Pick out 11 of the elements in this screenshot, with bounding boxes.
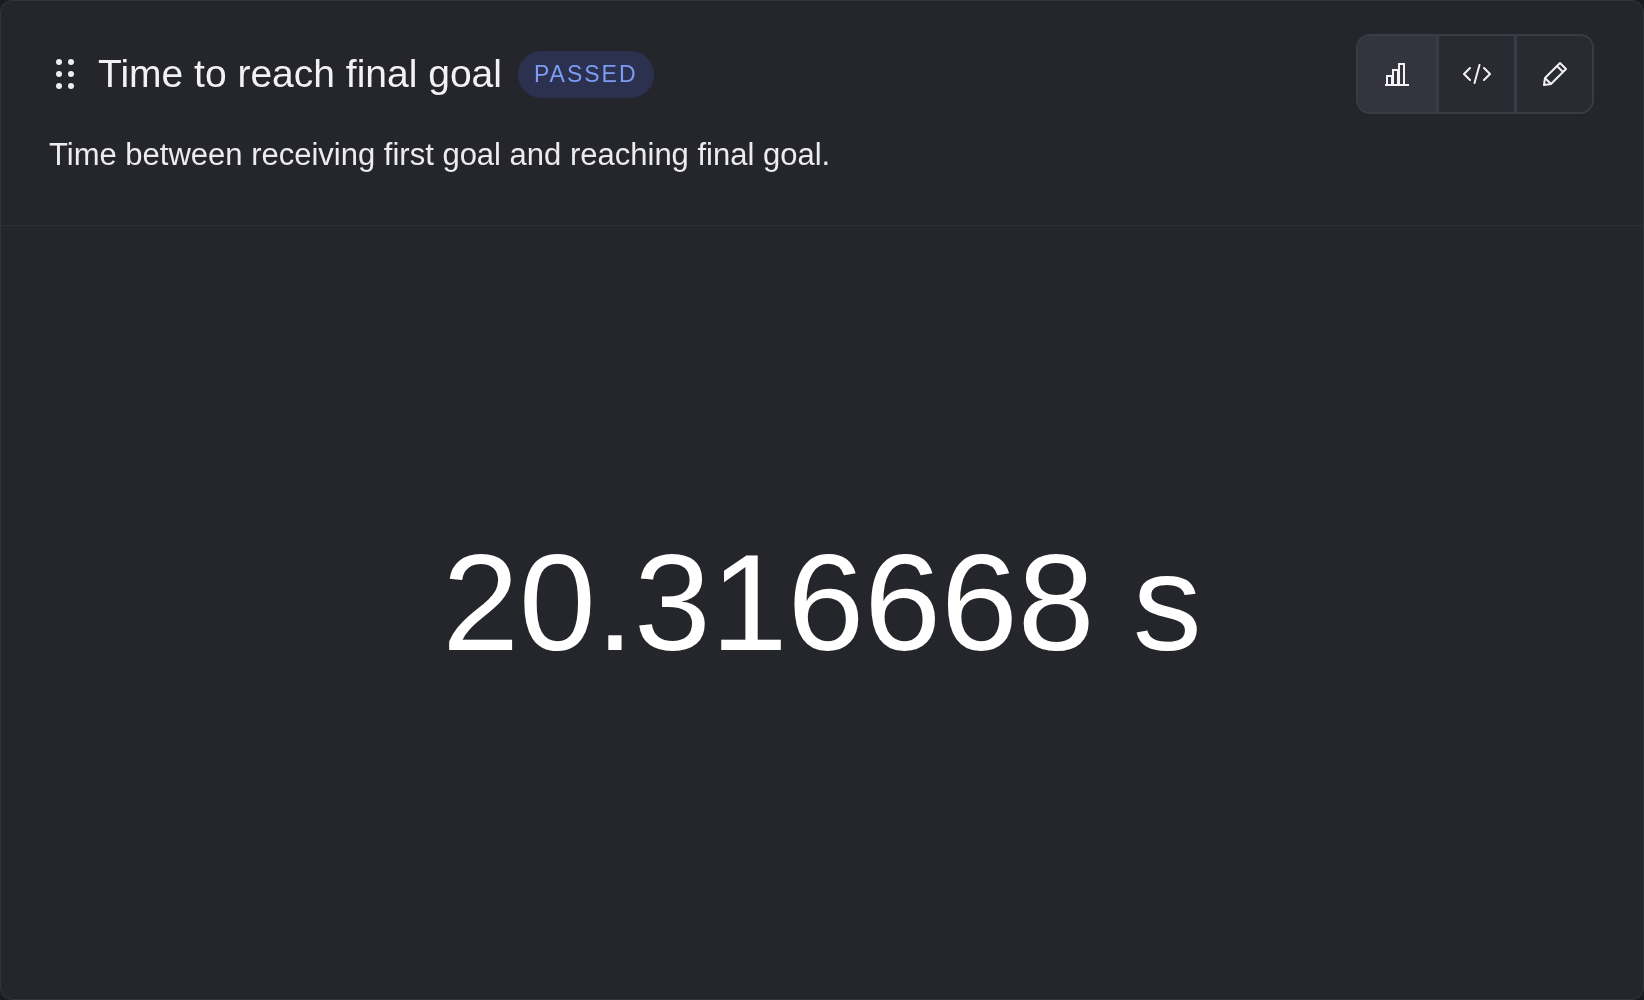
- drag-handle-icon[interactable]: [56, 59, 74, 89]
- metric-value: 20.316668 s: [442, 526, 1202, 679]
- edit-button[interactable]: [1514, 36, 1592, 112]
- code-icon: [1461, 64, 1492, 84]
- code-view-button[interactable]: [1436, 36, 1514, 112]
- chart-view-button[interactable]: [1358, 36, 1436, 112]
- card-title: Time to reach final goal: [98, 52, 502, 96]
- pencil-icon: [1541, 61, 1568, 87]
- card-description: Time between receiving first goal and reaching final goal.: [49, 137, 831, 173]
- bar-chart-icon: [1384, 62, 1410, 86]
- status-badge: PASSED: [517, 50, 654, 98]
